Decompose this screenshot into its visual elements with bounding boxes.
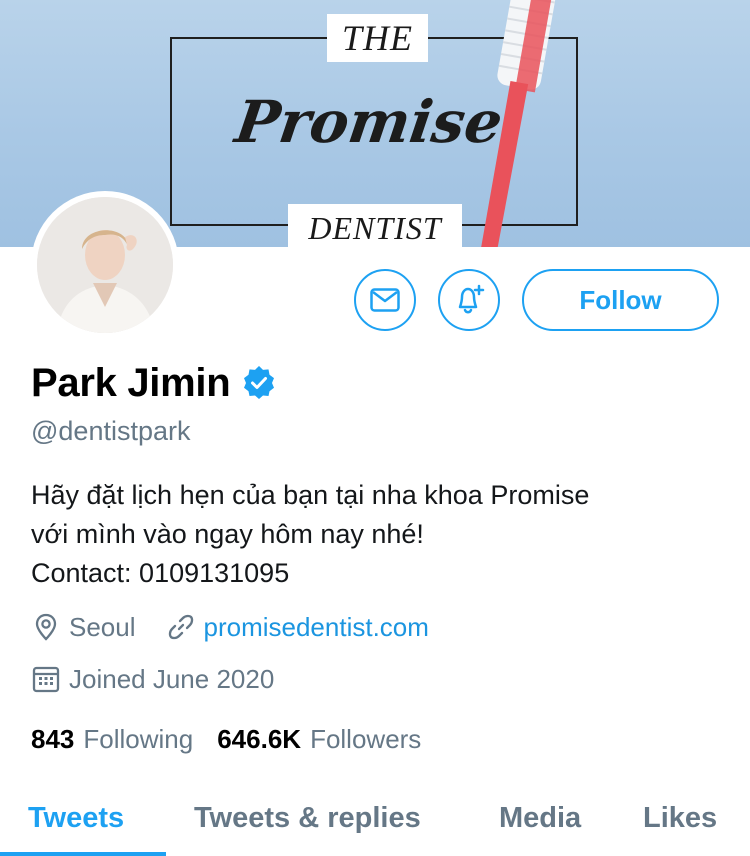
banner-text-dentist: DENTIST	[288, 204, 462, 247]
tab-likes[interactable]: Likes	[643, 784, 717, 852]
followers-label: Followers	[310, 723, 422, 754]
bell-plus-icon	[458, 284, 485, 314]
following-count: 843	[31, 723, 75, 754]
calendar-icon	[32, 666, 60, 693]
bio-line: với mình vào ngay hôm nay nhé!	[31, 519, 424, 549]
link-icon	[168, 614, 193, 640]
location-pin-icon	[35, 613, 57, 641]
banner-text-the: THE	[327, 14, 428, 62]
profile-location: Seoul	[69, 611, 136, 642]
followers-link[interactable]: 646.6K Followers	[217, 724, 421, 755]
envelope-icon	[370, 288, 400, 312]
profile-avatar[interactable]	[31, 191, 179, 339]
message-button[interactable]	[354, 269, 416, 331]
profile-name-row: Park Jimin	[31, 358, 276, 408]
bio-line: Contact: 0109131095	[31, 558, 290, 588]
banner-text-promise: Promise	[231, 88, 507, 156]
verified-badge-icon	[244, 366, 275, 399]
profile-website-link[interactable]: promisedentist.com	[204, 612, 429, 643]
tab-tweets-and-replies[interactable]: Tweets & replies	[194, 784, 421, 852]
active-tab-indicator	[0, 852, 166, 856]
notifications-button[interactable]	[438, 269, 500, 331]
followers-count: 646.6K	[217, 723, 302, 754]
profile-name: Park Jimin	[31, 360, 231, 405]
profile-meta-row: Seoul promisedentist.com	[31, 610, 429, 644]
follow-button[interactable]: Follow	[522, 269, 719, 331]
following-link[interactable]: 843 Following	[31, 724, 193, 755]
profile-joined-date: Joined June 2020	[69, 663, 275, 694]
profile-joined-row: Joined June 2020	[31, 662, 274, 696]
avatar-photo	[37, 197, 173, 333]
profile-tabs: Tweets Tweets & replies Media Likes	[0, 784, 750, 856]
profile-stats: 843 Following 646.6K Followers	[31, 722, 421, 756]
bio-line: Hãy đặt lịch hẹn của bạn tại nha khoa Pr…	[31, 480, 590, 510]
following-label: Following	[83, 723, 194, 754]
profile-bio: Hãy đặt lịch hẹn của bạn tại nha khoa Pr…	[31, 476, 721, 593]
profile-handle: @dentistpark	[31, 416, 191, 446]
tab-media[interactable]: Media	[499, 784, 581, 852]
tab-tweets[interactable]: Tweets	[28, 784, 124, 852]
